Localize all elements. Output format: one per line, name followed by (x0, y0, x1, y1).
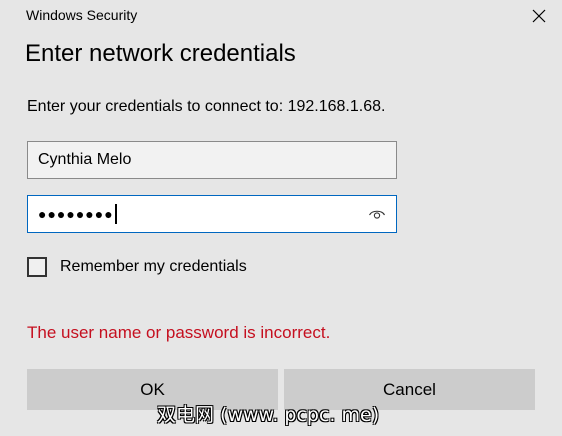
close-button[interactable] (520, 0, 558, 32)
password-value: ●●●●●●●● (38, 206, 114, 222)
dialog-heading: Enter network credentials (25, 40, 296, 67)
eye-icon[interactable] (368, 206, 386, 222)
username-value: Cynthia Melo (38, 151, 132, 168)
text-caret (114, 204, 117, 224)
close-icon (532, 9, 546, 23)
username-field[interactable]: Cynthia Melo (27, 141, 397, 179)
password-field[interactable]: ●●●●●●●● (27, 195, 397, 233)
remember-label[interactable]: Remember my credentials (60, 258, 247, 276)
remember-row[interactable]: Remember my credentials (27, 257, 247, 277)
window-title: Windows Security (26, 7, 138, 23)
watermark: 双电网 (www. pcpc. me) (157, 404, 380, 426)
error-message: The user name or password is incorrect. (27, 323, 331, 342)
connect-prompt: Enter your credentials to connect to: 19… (27, 98, 386, 115)
credentials-dialog: Windows Security Enter network credentia… (0, 0, 562, 436)
remember-checkbox[interactable] (27, 257, 47, 277)
